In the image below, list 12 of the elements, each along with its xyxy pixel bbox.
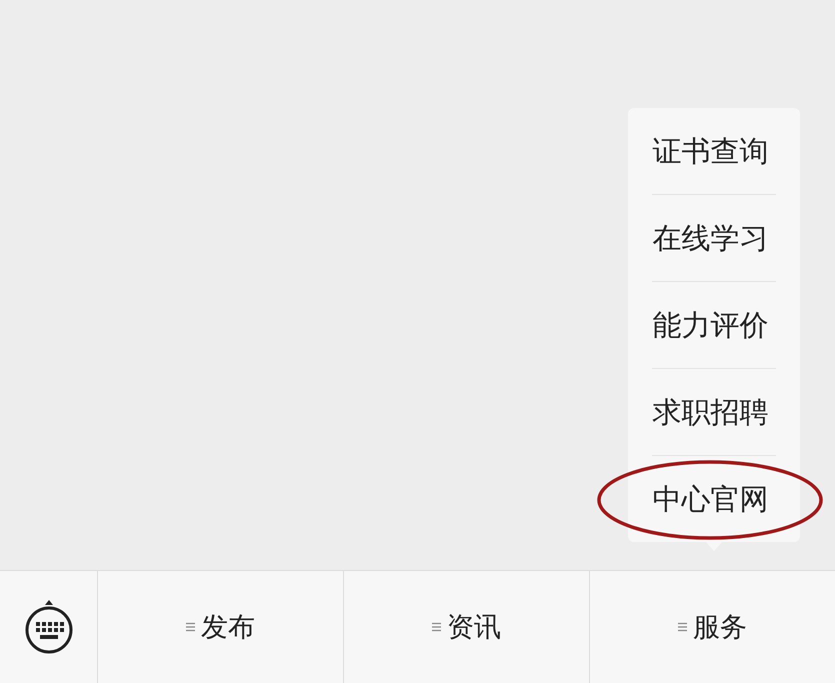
menu-icon <box>678 622 687 632</box>
menu-tab[interactable]: 发布 <box>97 571 343 683</box>
menu-tab[interactable]: 服务 <box>589 571 835 683</box>
menu-icon <box>186 622 195 632</box>
submenu-item[interactable]: 求职招聘 <box>652 398 768 426</box>
submenu-item[interactable]: 证书查询 <box>652 136 768 166</box>
submenu-item[interactable]: 中心官网 <box>652 484 768 514</box>
menu-tab[interactable]: 资讯 <box>343 571 589 683</box>
keyboard-icon[interactable] <box>24 599 74 655</box>
submenu-item[interactable]: 能力评价 <box>652 310 768 340</box>
submenu-item[interactable]: 在线学习 <box>652 224 768 252</box>
menu-icon <box>432 622 441 632</box>
